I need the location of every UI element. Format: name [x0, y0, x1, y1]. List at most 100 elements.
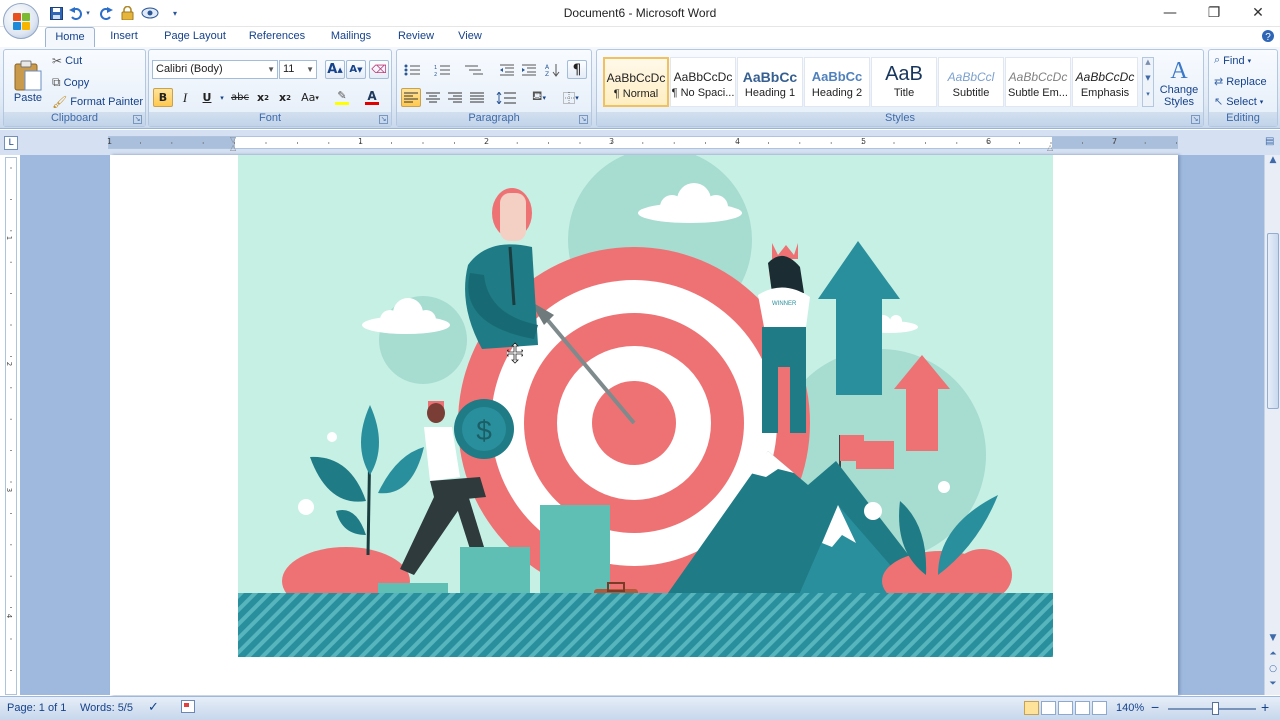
help-icon[interactable]: ?: [1260, 27, 1276, 47]
hanging-indent-marker[interactable]: △: [230, 143, 236, 152]
scroll-up-icon[interactable]: ▲: [1267, 155, 1279, 169]
style-title[interactable]: AaB Title: [871, 57, 937, 107]
scroll-down-icon[interactable]: ▼: [1267, 633, 1279, 647]
shrink-font-button[interactable]: A ▼: [346, 60, 366, 79]
close-button[interactable]: ✕: [1236, 0, 1280, 26]
bold-button[interactable]: B: [153, 88, 173, 107]
style-heading-1[interactable]: AaBbCc Heading 1: [737, 57, 803, 107]
web-layout-icon[interactable]: [1058, 701, 1073, 715]
borders-button[interactable]: ▾: [557, 88, 585, 107]
strikethrough-button[interactable]: abc: [229, 88, 251, 107]
line-spacing-button[interactable]: [493, 88, 521, 107]
word-count[interactable]: Words: 5/5: [80, 702, 133, 714]
styles-launcher-icon[interactable]: ↘: [1191, 115, 1200, 124]
more-styles-icon[interactable]: ▾: [1143, 90, 1153, 106]
zoom-in-button[interactable]: +: [1261, 699, 1269, 715]
multilevel-list-button[interactable]: [461, 60, 487, 79]
zoom-slider-knob[interactable]: [1212, 702, 1219, 715]
align-right-button[interactable]: [445, 88, 465, 107]
change-case-button[interactable]: Aa ▾: [297, 88, 323, 107]
copy-button[interactable]: ⧉ Copy: [52, 75, 89, 90]
ruler-ticks: [109, 142, 1177, 144]
bullets-button[interactable]: [401, 60, 427, 79]
underline-button[interactable]: U: [197, 88, 217, 107]
tab-references[interactable]: References: [244, 27, 310, 47]
zoom-level[interactable]: 140%: [1116, 702, 1144, 714]
decrease-indent-button[interactable]: [497, 60, 517, 79]
proofing-icon[interactable]: ✓: [148, 699, 159, 715]
scroll-thumb[interactable]: [1267, 233, 1279, 409]
document-page[interactable]: WINNER $: [110, 155, 1178, 695]
grow-font-button[interactable]: A ▲: [325, 60, 345, 79]
clear-formatting-button[interactable]: ⌫: [369, 60, 389, 79]
page-count[interactable]: Page: 1 of 1: [7, 702, 66, 714]
zoom-out-button[interactable]: −: [1151, 699, 1159, 715]
font-launcher-icon[interactable]: ↘: [379, 115, 388, 124]
change-styles-button[interactable]: A Change Styles: [1157, 54, 1201, 112]
replace-button[interactable]: ⇄ Replace: [1214, 75, 1267, 89]
print-layout-view-icon[interactable]: [1024, 701, 1039, 715]
style-subtle-emphasis[interactable]: AaBbCcDc Subtle Em...: [1005, 57, 1071, 107]
office-button[interactable]: [3, 3, 39, 39]
align-center-button[interactable]: [423, 88, 443, 107]
target-goals-illustration[interactable]: WINNER $: [238, 155, 1053, 657]
style-heading-2[interactable]: AaBbCc Heading 2: [804, 57, 870, 107]
tab-insert[interactable]: Insert: [103, 27, 145, 47]
style-name: ¶ Normal: [613, 88, 659, 100]
font-size-combo[interactable]: 11 ▼: [279, 60, 317, 79]
previous-page-icon[interactable]: ⏶: [1267, 649, 1279, 663]
font-family-combo[interactable]: Calibri (Body) ▼: [152, 60, 278, 79]
align-right-icon: [448, 92, 462, 103]
minimize-button[interactable]: —: [1148, 0, 1192, 26]
macro-record-icon[interactable]: [181, 700, 195, 716]
tab-page-layout[interactable]: Page Layout: [158, 27, 232, 47]
right-indent-marker[interactable]: △: [1047, 143, 1053, 152]
clipboard-launcher-icon[interactable]: ↘: [133, 115, 142, 124]
subscript-button[interactable]: x2: [253, 88, 273, 107]
outline-view-icon[interactable]: [1075, 701, 1090, 715]
tab-view[interactable]: View: [452, 27, 488, 47]
underline-dropdown[interactable]: ▾: [217, 88, 227, 107]
select-button[interactable]: ↖ Select ▾: [1214, 95, 1263, 109]
tab-selector[interactable]: L: [4, 136, 18, 150]
superscript-button[interactable]: x2: [275, 88, 295, 107]
restore-button[interactable]: ❐: [1192, 0, 1236, 26]
tab-mailings[interactable]: Mailings: [324, 27, 378, 47]
numbering-button[interactable]: 12: [431, 60, 457, 79]
tab-review[interactable]: Review: [392, 27, 440, 47]
paragraph-launcher-icon[interactable]: ↘: [579, 115, 588, 124]
justify-button[interactable]: [467, 88, 487, 107]
style-normal[interactable]: AaBbCcDc ¶ Normal: [603, 57, 669, 107]
view-ruler-icon[interactable]: ▤: [1265, 136, 1277, 150]
font-color-button[interactable]: A: [359, 88, 385, 107]
select-browse-object-icon[interactable]: ○: [1267, 664, 1279, 678]
sort-button[interactable]: AZ: [543, 60, 563, 79]
paste-button[interactable]: Paste: [8, 53, 48, 111]
ruler-number: 6: [986, 137, 992, 146]
cut-button[interactable]: ✂ Cut: [52, 54, 82, 68]
full-screen-reading-icon[interactable]: [1041, 701, 1056, 715]
format-painter-button[interactable]: 🖌 Format Painter: [52, 95, 143, 109]
find-button[interactable]: ⌕ Find ▾: [1214, 54, 1251, 67]
increase-indent-button[interactable]: [519, 60, 539, 79]
chevron-up-icon[interactable]: ▲: [1143, 58, 1153, 74]
next-page-icon[interactable]: ⏷: [1267, 679, 1279, 693]
highlight-button[interactable]: ✎: [329, 88, 355, 107]
vertical-scrollbar[interactable]: ▲ ▼ ⏶ ○ ⏷: [1264, 155, 1280, 695]
horizontal-ruler[interactable]: ▽ △ △ 1 1 2 3 4 5 6 7: [107, 135, 1178, 152]
style-emphasis[interactable]: AaBbCcDc Emphasis: [1072, 57, 1138, 107]
draft-view-icon[interactable]: [1092, 701, 1107, 715]
style-subtitle[interactable]: AaBbCcl Subtitle: [938, 57, 1004, 107]
cut-label: Cut: [65, 55, 83, 67]
chevron-down-icon[interactable]: ▼: [1143, 74, 1153, 90]
show-hide-button[interactable]: ¶: [567, 60, 587, 79]
ruler-number: 2: [5, 361, 14, 367]
window-title: Document6 - Microsoft Word: [563, 6, 717, 20]
tab-home[interactable]: Home: [45, 27, 95, 47]
vertical-ruler[interactable]: 1 2 3 4: [5, 157, 17, 695]
change-case-icon: Aa: [301, 91, 316, 104]
italic-button[interactable]: I: [175, 88, 195, 107]
align-left-button[interactable]: [401, 88, 421, 107]
style-no-spacing[interactable]: AaBbCcDc ¶ No Spaci...: [670, 57, 736, 107]
shading-button[interactable]: ⛾ ▾: [525, 88, 553, 107]
